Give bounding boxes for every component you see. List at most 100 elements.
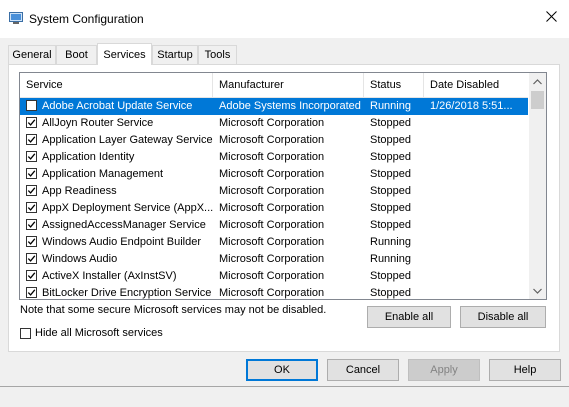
checkmark-icon <box>27 153 36 160</box>
cell-service: AppX Deployment Service (AppX... <box>42 202 213 214</box>
cell-manufacturer: Microsoft Corporation <box>219 202 325 214</box>
column-header-status[interactable]: Status <box>364 73 424 97</box>
close-icon <box>545 11 557 25</box>
tab-startup[interactable]: Startup <box>152 45 198 64</box>
checkmark-icon <box>27 289 36 296</box>
cell-manufacturer: Microsoft Corporation <box>219 134 325 146</box>
services-list[interactable]: Service Manufacturer Status Date Disable… <box>19 72 547 300</box>
cell-date <box>430 234 528 251</box>
tab-general[interactable]: General <box>8 45 56 64</box>
list-header: Service Manufacturer Status Date Disable… <box>20 73 528 98</box>
cell-manufacturer: Microsoft Corporation <box>219 185 325 197</box>
cell-manufacturer: Microsoft Corporation <box>219 253 325 265</box>
cell-service: Application Layer Gateway Service <box>42 134 213 146</box>
service-checkbox[interactable] <box>26 236 37 247</box>
service-checkbox[interactable] <box>26 202 37 213</box>
window-bottom-edge <box>0 386 569 387</box>
service-checkbox[interactable] <box>26 117 37 128</box>
cell-status: Stopped <box>370 287 411 299</box>
checkmark-icon <box>27 221 36 228</box>
column-header-service[interactable]: Service <box>20 73 213 97</box>
help-button[interactable]: Help <box>489 359 561 381</box>
table-row[interactable]: BitLocker Drive Encryption Service Micros… <box>20 285 528 299</box>
table-row[interactable]: Application Management Microsoft Corporat… <box>20 166 528 183</box>
cell-service: ActiveX Installer (AxInstSV) <box>42 270 177 282</box>
cell-manufacturer: Adobe Systems Incorporated <box>219 100 361 112</box>
cell-status: Running <box>370 100 411 112</box>
hide-microsoft-services-checkbox[interactable] <box>20 328 31 339</box>
service-checkbox[interactable] <box>26 270 37 281</box>
table-row[interactable]: Application Identity Microsoft Corporatio… <box>20 149 528 166</box>
table-row[interactable]: Windows Audio Microsoft Corporation Runnin… <box>20 251 528 268</box>
checkmark-icon <box>27 136 36 143</box>
system-configuration-window: System Configuration General Boot Servic… <box>0 0 569 407</box>
service-checkbox[interactable] <box>26 185 37 196</box>
checkmark-icon <box>27 119 36 126</box>
scroll-up-button[interactable] <box>529 73 546 90</box>
vertical-scrollbar[interactable] <box>529 73 546 299</box>
checkmark-icon <box>27 187 36 194</box>
service-checkbox[interactable] <box>26 168 37 179</box>
cell-date <box>430 166 528 183</box>
close-button[interactable] <box>534 4 568 32</box>
tab-label: General <box>12 49 52 61</box>
hide-microsoft-services-label: Hide all Microsoft services <box>35 327 163 339</box>
cell-date <box>430 132 528 149</box>
service-checkbox[interactable] <box>26 134 37 145</box>
cell-date <box>430 217 528 234</box>
enable-all-button[interactable]: Enable all <box>367 306 451 328</box>
cell-status: Stopped <box>370 270 411 282</box>
cell-status: Running <box>370 236 411 248</box>
column-header-date-disabled[interactable]: Date Disabled <box>424 73 528 97</box>
system-config-icon <box>9 12 23 24</box>
cell-date <box>430 268 528 285</box>
service-checkbox[interactable] <box>26 151 37 162</box>
checkmark-icon <box>27 238 36 245</box>
cell-service: AllJoyn Router Service <box>42 117 154 129</box>
cell-manufacturer: Microsoft Corporation <box>219 287 325 299</box>
table-row[interactable]: AppX Deployment Service (AppX... Microsof… <box>20 200 528 217</box>
service-checkbox[interactable] <box>26 287 37 298</box>
cell-status: Stopped <box>370 185 411 197</box>
table-row[interactable]: ActiveX Installer (AxInstSV) Microsoft Co… <box>20 268 528 285</box>
checkmark-icon <box>27 272 36 279</box>
apply-button[interactable]: Apply <box>408 359 480 381</box>
table-row[interactable]: Windows Audio Endpoint Builder Microsoft … <box>20 234 528 251</box>
cell-status: Running <box>370 253 411 265</box>
tab-tools[interactable]: Tools <box>198 45 237 64</box>
service-checkbox[interactable] <box>26 100 37 111</box>
cell-manufacturer: Microsoft Corporation <box>219 236 325 248</box>
ok-button[interactable]: OK <box>246 359 318 381</box>
tab-label: Boot <box>65 49 88 61</box>
cell-manufacturer: Microsoft Corporation <box>219 270 325 282</box>
title-bar: System Configuration <box>0 0 569 38</box>
tab-services[interactable]: Services <box>97 43 152 65</box>
table-row[interactable]: AssignedAccessManager Service Microsoft C… <box>20 217 528 234</box>
column-header-manufacturer[interactable]: Manufacturer <box>213 73 364 97</box>
cancel-button[interactable]: Cancel <box>327 359 399 381</box>
cell-service: AssignedAccessManager Service <box>42 219 206 231</box>
cell-service: App Readiness <box>42 185 117 197</box>
disable-all-button[interactable]: Disable all <box>460 306 546 328</box>
cell-date <box>430 183 528 200</box>
table-row[interactable]: AllJoyn Router Service Microsoft Corporat… <box>20 115 528 132</box>
cell-date <box>430 200 528 217</box>
cell-date <box>430 115 528 132</box>
tab-boot[interactable]: Boot <box>56 45 97 64</box>
checkmark-icon <box>27 255 36 262</box>
chevron-up-icon <box>533 76 542 88</box>
cell-manufacturer: Microsoft Corporation <box>219 151 325 163</box>
service-checkbox[interactable] <box>26 219 37 230</box>
tab-label: Startup <box>157 49 193 61</box>
cell-service: BitLocker Drive Encryption Service <box>42 287 212 299</box>
checkmark-icon <box>27 170 36 177</box>
service-checkbox[interactable] <box>26 253 37 264</box>
table-row[interactable]: App Readiness Microsoft Corporation Stoppe… <box>20 183 528 200</box>
scroll-down-button[interactable] <box>529 282 546 299</box>
cell-service: Adobe Acrobat Update Service <box>42 100 193 112</box>
table-row[interactable]: Adobe Acrobat Update Service Adobe System… <box>20 98 528 115</box>
scrollbar-thumb[interactable] <box>531 91 544 109</box>
cell-manufacturer: Microsoft Corporation <box>219 219 325 231</box>
cell-service: Application Identity <box>42 151 135 163</box>
table-row[interactable]: Application Layer Gateway Service Microso… <box>20 132 528 149</box>
